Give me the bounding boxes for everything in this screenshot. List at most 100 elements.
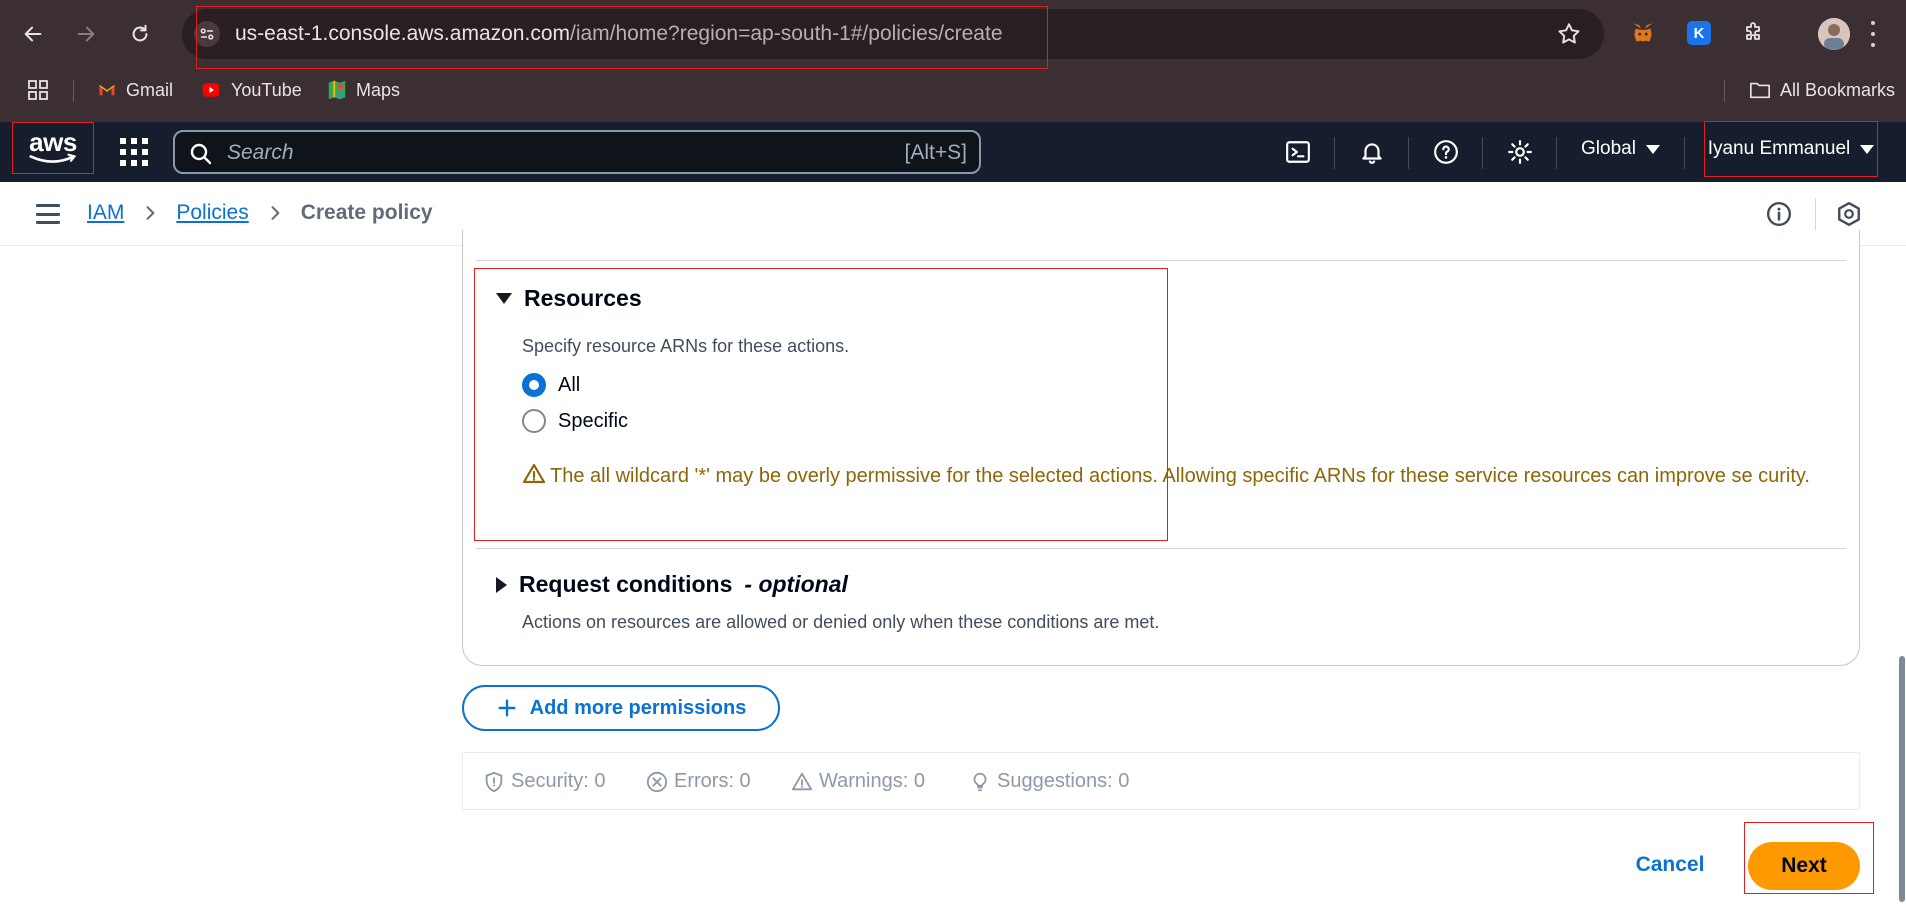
apps-grid-icon[interactable] [26,78,50,102]
console-search-input[interactable]: Search [Alt+S] [173,130,981,174]
breadcrumb-separator [1815,198,1816,230]
radio-all-control[interactable] [522,373,546,397]
extensions-puzzle-icon[interactable] [1738,18,1768,48]
chevron-right-icon [146,206,155,220]
chevron-right-icon [271,206,280,220]
search-placeholder: Search [227,141,294,164]
maps-icon [328,80,346,100]
radio-all[interactable]: All [522,373,580,397]
region-label: Global [1581,138,1636,159]
caret-down-icon [1860,144,1875,154]
url-highlight-box [196,6,1048,69]
header-separator [1408,137,1409,169]
notifications-hexagon-icon[interactable] [1836,201,1862,227]
search-icon [190,143,212,165]
all-bookmarks-label: All Bookmarks [1780,79,1896,100]
bookmark-label: YouTube [231,79,302,100]
aws-logo[interactable]: aws [12,122,94,174]
folder-icon [1750,82,1770,99]
bookmark-separator [73,80,74,102]
reload-icon [132,24,148,42]
header-separator [1684,137,1685,169]
plus-icon [498,699,516,717]
aws-console-header: aws Search [Alt+S] Global Iyanu Emmanuel [0,121,1906,182]
validation-summary: Security: 0 Errors: 0 Warnings: 0 Sugges… [462,752,1860,810]
breadcrumb-current: Create policy [300,201,433,224]
info-icon[interactable] [1766,201,1792,227]
breadcrumb-policies[interactable]: Policies [176,201,248,225]
back-button[interactable] [16,17,50,51]
errors-count[interactable]: Errors: 0 [646,770,751,793]
caret-right-icon [496,576,507,593]
aws-logo-text: aws [29,127,77,157]
forward-arrow-icon [77,26,95,42]
side-nav-menu-icon[interactable] [36,204,60,224]
breadcrumb: IAM Policies Create policy [87,201,433,225]
section-divider [476,548,1846,549]
page-scrollbar[interactable] [1899,656,1905,902]
header-separator [1482,137,1483,169]
optional-label: - optional [744,571,848,597]
cancel-button[interactable]: Cancel [1624,850,1716,880]
radio-specific-label: Specific [558,409,629,432]
header-separator [1556,137,1557,169]
bookmark-label: Maps [356,79,401,100]
request-conditions-description: Actions on resources are allowed or deni… [522,612,1160,632]
suggestions-count[interactable]: Suggestions: 0 [969,770,1129,793]
resources-title: Resources [524,285,642,311]
user-name: Iyanu Emmanuel [1707,138,1851,159]
suggestions-label: Suggestions: 0 [997,770,1130,792]
account-menu[interactable]: Iyanu Emmanuel [1704,121,1878,177]
metamask-extension-icon[interactable] [1628,18,1658,48]
bookmark-separator [1724,80,1725,102]
services-menu-icon[interactable] [120,138,148,166]
wildcard-warning: The all wildcard '*' may be overly permi… [522,461,1832,491]
warnings-label: Warnings: 0 [819,770,925,792]
bookmarks-bar: Gmail YouTube Maps All Bookmarks [0,70,1906,110]
breadcrumb-iam[interactable]: IAM [87,201,124,225]
radio-all-label: All [558,373,581,396]
k-extension-icon[interactable]: K [1684,18,1714,48]
all-bookmarks-button[interactable]: All Bookmarks [1748,78,1895,102]
security-label: Security: 0 [511,770,606,792]
bookmark-label: Gmail [126,79,174,100]
section-divider [476,260,1846,261]
browser-menu-icon[interactable] [1868,18,1878,50]
gmail-icon [99,85,115,96]
bookmark-gmail[interactable]: Gmail [96,78,173,102]
request-conditions-toggle[interactable]: Request conditions - optional [496,571,848,598]
bookmark-star-icon[interactable] [1556,21,1582,47]
back-arrow-icon [24,26,42,42]
add-more-permissions-button[interactable]: Add more permissions [462,685,780,731]
search-shortcut: [Alt+S] [904,141,967,164]
reload-button[interactable] [123,17,157,51]
security-count[interactable]: Security: 0 [483,770,605,793]
shield-icon [485,771,503,792]
lightbulb-icon [973,772,987,791]
radio-specific-control[interactable] [522,409,546,433]
warnings-count[interactable]: Warnings: 0 [791,770,925,793]
radio-specific[interactable]: Specific [522,409,628,433]
bookmark-maps[interactable]: Maps [326,78,400,102]
bookmark-youtube[interactable]: YouTube [199,78,302,102]
aws-smile-icon [29,153,77,163]
warning-triangle-icon [791,772,813,790]
header-separator [1334,137,1335,169]
region-selector[interactable]: Global [1581,138,1660,160]
caret-down-icon [496,293,512,304]
error-circle-icon [646,771,668,792]
resources-description: Specify resource ARNs for these actions. [522,336,850,356]
resources-section-toggle[interactable]: Resources [496,285,642,312]
notifications-bell-icon[interactable] [1357,137,1387,167]
caret-down-icon [1645,144,1660,154]
request-conditions-title: Request conditions [519,571,733,597]
forward-button[interactable] [69,17,103,51]
errors-label: Errors: 0 [674,770,751,792]
next-button[interactable]: Next [1748,842,1860,890]
help-icon[interactable] [1431,137,1461,167]
profile-avatar[interactable] [1818,18,1850,50]
settings-gear-icon[interactable] [1505,137,1535,167]
browser-chrome: us-east-1.console.aws.amazon.com/iam/hom… [0,0,1906,122]
cloudshell-icon[interactable] [1283,137,1313,167]
add-more-permissions-label: Add more permissions [529,696,747,719]
